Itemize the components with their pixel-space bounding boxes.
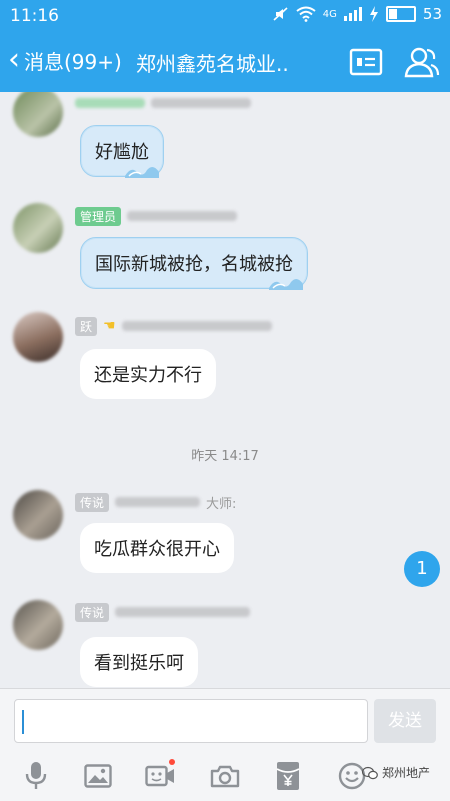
image-icon[interactable] (81, 759, 115, 793)
title-bar: ‹ 消息(99+) 郑州鑫苑名城业.. (0, 32, 450, 92)
status-icons: 4G 53 (273, 5, 442, 23)
message-bubble[interactable]: 国际新城被抢，名城被抢 (80, 237, 308, 290)
redacted-sender-name (115, 607, 251, 617)
video-icon[interactable] (143, 759, 177, 793)
redacted-sender-name (127, 211, 238, 221)
pointing-hand-icon: ☚ (103, 318, 116, 334)
back-button[interactable]: ‹ 消息(99+) (8, 45, 122, 75)
member-badge: 跃 (75, 316, 98, 336)
message-bubble[interactable]: 还是实力不行 (80, 349, 216, 399)
notification-dot (169, 759, 175, 765)
sender-line: 管理员 (75, 206, 238, 226)
wave-decoration-icon (269, 278, 303, 290)
watermark-text: 郑州地产 (382, 766, 431, 780)
message-bubble[interactable]: 好尴尬 (80, 125, 164, 178)
status-bar: 11:16 4G 53 (0, 0, 450, 32)
wave-decoration-icon (125, 166, 159, 178)
battery-level: 53 (422, 5, 442, 23)
group-members-icon[interactable] (404, 45, 440, 79)
clock: 11:16 (10, 6, 59, 26)
watermark: 郑州地产 (362, 764, 430, 781)
red-packet-icon[interactable] (271, 759, 305, 793)
message-text: 好尴尬 (95, 142, 149, 163)
timestamp: 昨天 14:17 (191, 449, 259, 464)
avatar[interactable] (13, 312, 63, 362)
redacted-sender-name (121, 321, 272, 331)
mute-icon (273, 7, 288, 21)
sender-line (75, 95, 251, 111)
message-bubble[interactable]: 看到挺乐呵 (80, 637, 198, 687)
redacted-sender-name (151, 98, 251, 108)
battery-icon (385, 6, 416, 22)
avatar[interactable] (13, 600, 63, 650)
member-badge: 传说 (75, 602, 110, 622)
wifi-icon (296, 6, 316, 22)
sender-line: 传说 大师: (75, 492, 237, 512)
avatar[interactable] (13, 92, 63, 137)
composer: 发送 (0, 688, 450, 801)
network-type: 4G (322, 8, 337, 20)
member-badge: 传说 (75, 492, 110, 512)
unread-count-badge[interactable]: 1 (404, 551, 440, 587)
redacted-sender-name (115, 497, 201, 507)
chevron-left-icon: ‹ (8, 42, 20, 77)
signal-icon (343, 7, 362, 21)
admin-badge: 管理员 (75, 206, 122, 226)
message-text: 国际新城被抢，名城被抢 (95, 254, 293, 275)
sender-line: 传说 (75, 602, 251, 622)
chat-title: 郑州鑫苑名城业.. (136, 52, 289, 76)
wechat-logo-icon (362, 766, 378, 779)
mic-icon[interactable] (19, 759, 53, 793)
group-card-icon[interactable] (349, 48, 383, 76)
back-label: 消息(99+) (24, 49, 122, 74)
avatar[interactable] (13, 490, 63, 540)
send-button[interactable]: 发送 (374, 699, 436, 743)
avatar[interactable] (13, 203, 63, 253)
message-text: 看到挺乐呵 (94, 653, 184, 674)
sender-line: 跃 ☚ (75, 316, 272, 336)
sender-name-suffix: 大师: (206, 496, 237, 512)
camera-icon[interactable] (208, 759, 242, 793)
chat-area[interactable]: 好尴尬 管理员 国际新城被抢，名城被抢 跃 ☚ 还是实力不行 昨天 14:17 … (0, 92, 450, 688)
message-input[interactable] (14, 699, 368, 743)
message-text: 吃瓜群众很开心 (94, 539, 220, 560)
charging-icon (369, 6, 378, 22)
redacted-badge (75, 98, 145, 108)
message-bubble[interactable]: 吃瓜群众很开心 (80, 523, 234, 573)
message-text: 还是实力不行 (94, 365, 202, 386)
text-caret (22, 710, 24, 734)
